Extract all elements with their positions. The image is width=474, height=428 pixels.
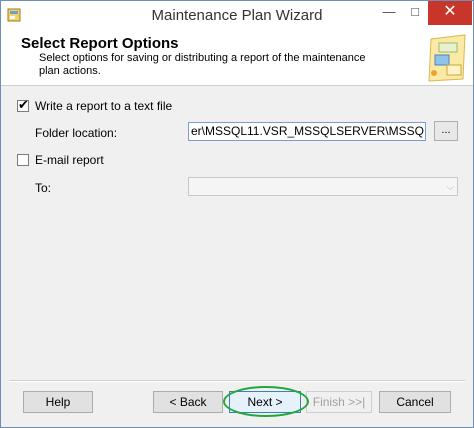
close-icon: ✕ (443, 3, 457, 20)
maximize-button[interactable]: □ (402, 1, 428, 25)
to-label: To: (35, 181, 52, 195)
options-panel: ✔ Write a report to a text file Folder l… (1, 87, 473, 379)
minimize-button[interactable]: — (376, 1, 402, 25)
title-bar: Maintenance Plan Wizard — □ ✕ (1, 1, 473, 32)
write-text-file-checkbox[interactable]: ✔ (17, 97, 29, 112)
write-text-file-label: Write a report to a text file (35, 99, 173, 113)
maximize-icon: □ (411, 4, 419, 19)
browse-folder-button[interactable]: ... (434, 121, 458, 141)
to-dropdown[interactable]: ⌵ (188, 177, 458, 196)
minimize-icon: — (382, 4, 396, 19)
back-button[interactable]: < Back (153, 391, 223, 413)
close-button[interactable]: ✕ (428, 1, 472, 25)
report-illustration-icon (428, 34, 466, 82)
page-title: Select Report Options (21, 35, 179, 52)
checkmark-icon: ✔ (18, 97, 29, 112)
cancel-button[interactable]: Cancel (379, 391, 451, 413)
email-report-label: E-mail report (35, 153, 104, 167)
wizard-window: Maintenance Plan Wizard — □ ✕ Select Rep… (0, 0, 474, 428)
next-button[interactable]: Next > (229, 391, 301, 413)
footer-divider (9, 380, 465, 382)
folder-location-label: Folder location: (35, 126, 118, 140)
page-subtitle: Select options for saving or distributin… (39, 52, 366, 77)
chevron-down-icon: ⌵ (446, 182, 454, 193)
email-report-checkbox[interactable] (17, 154, 29, 166)
help-button[interactable]: Help (23, 391, 93, 413)
folder-location-input[interactable]: er\MSSQL11.VSR_MSSQLSERVER\MSSQL\Log (188, 122, 426, 141)
finish-button[interactable]: Finish >>| (306, 391, 372, 413)
page-header: Select Report Options Select options for… (1, 31, 473, 86)
